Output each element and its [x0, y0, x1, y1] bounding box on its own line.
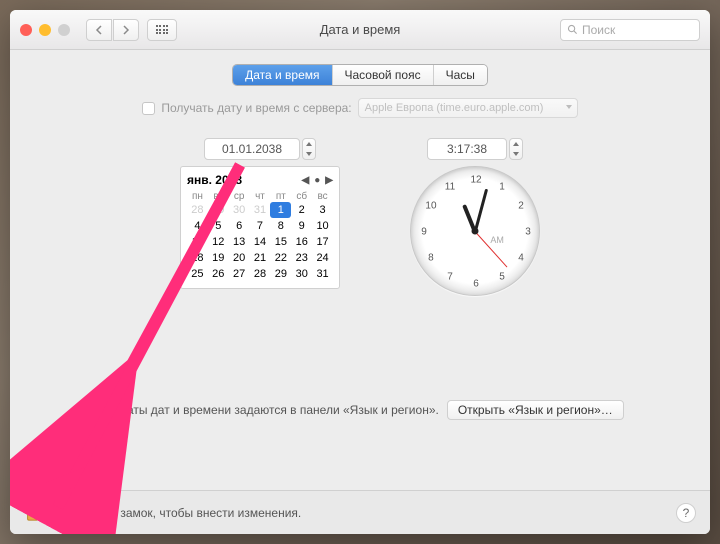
footer: Нажмите на замок, чтобы внести изменения…	[10, 490, 710, 534]
date-panel: 01.01.2038 янв. 2038 ◀ ● ▶ пнвтсрчтптсбв…	[180, 138, 340, 296]
analog-clock: AM 121234567891011	[410, 166, 540, 296]
calendar-day[interactable]: 15	[270, 234, 291, 250]
calendar-day[interactable]: 11	[187, 234, 208, 250]
preferences-window: Дата и время Поиск Дата и время Часовой …	[10, 10, 710, 534]
search-placeholder: Поиск	[582, 23, 615, 37]
tab-time-zone[interactable]: Часовой пояс	[333, 65, 434, 85]
cal-today-icon[interactable]: ●	[314, 175, 320, 186]
back-button[interactable]	[86, 19, 112, 41]
calendar-day[interactable]: 25	[187, 266, 208, 282]
help-button[interactable]: ?	[676, 503, 696, 523]
calendar-month-label: янв. 2038	[187, 173, 242, 187]
calendar-day[interactable]: 10	[312, 218, 333, 234]
calendar-day[interactable]: 28	[250, 266, 271, 282]
lock-text: Нажмите на замок, чтобы внести изменения…	[50, 506, 301, 520]
content-area: Дата и время Часовой пояс Часы Получать …	[10, 50, 710, 490]
calendar-day[interactable]: 23	[291, 250, 312, 266]
calendar-day[interactable]: 6	[229, 218, 250, 234]
calendar-day[interactable]: 29	[270, 266, 291, 282]
calendar-day[interactable]: 1	[270, 202, 291, 218]
calendar-day[interactable]: 5	[208, 218, 229, 234]
forward-button[interactable]	[113, 19, 139, 41]
cal-next-icon[interactable]: ▶	[325, 175, 333, 186]
calendar-day[interactable]: 28	[187, 202, 208, 218]
format-row: Форматы дат и времени задаются в панели …	[10, 400, 710, 420]
calendar-day[interactable]: 22	[270, 250, 291, 266]
ampm-label: AM	[490, 235, 504, 245]
calendar-day[interactable]: 7	[250, 218, 271, 234]
search-input[interactable]: Поиск	[560, 19, 700, 41]
calendar-day[interactable]: 31	[250, 202, 271, 218]
tab-clock[interactable]: Часы	[434, 65, 487, 85]
calendar-day[interactable]: 30	[229, 202, 250, 218]
calendar-day[interactable]: 12	[208, 234, 229, 250]
open-language-region-button[interactable]: Открыть «Язык и регион»…	[447, 400, 624, 420]
window-controls	[20, 24, 70, 36]
calendar-day[interactable]: 19	[208, 250, 229, 266]
tab-bar: Дата и время Часовой пояс Часы	[10, 64, 710, 86]
search-icon	[567, 24, 578, 35]
calendar-day[interactable]: 18	[187, 250, 208, 266]
calendar-day[interactable]: 27	[229, 266, 250, 282]
show-all-button[interactable]	[147, 19, 177, 41]
calendar-day[interactable]: 9	[291, 218, 312, 234]
calendar-day[interactable]: 29	[208, 202, 229, 218]
calendar-day[interactable]: 31	[312, 266, 333, 282]
calendar-day[interactable]: 14	[250, 234, 271, 250]
calendar-day[interactable]: 8	[270, 218, 291, 234]
calendar-day[interactable]: 3	[312, 202, 333, 218]
lock-icon[interactable]	[24, 504, 42, 522]
titlebar: Дата и время Поиск	[10, 10, 710, 50]
calendar-day[interactable]: 21	[250, 250, 271, 266]
server-dropdown[interactable]: Apple Европа (time.euro.apple.com)	[358, 98, 578, 118]
date-field[interactable]: 01.01.2038	[204, 138, 300, 160]
calendar-day[interactable]: 2	[291, 202, 312, 218]
calendar-day[interactable]: 13	[229, 234, 250, 250]
calendar-day[interactable]: 4	[187, 218, 208, 234]
calendar-day[interactable]: 20	[229, 250, 250, 266]
calendar-day[interactable]: 24	[312, 250, 333, 266]
maximize-icon[interactable]	[58, 24, 70, 36]
time-field[interactable]: 3:17:38	[427, 138, 507, 160]
date-stepper[interactable]	[302, 138, 316, 160]
calendar-day[interactable]: 30	[291, 266, 312, 282]
calendar-day[interactable]: 16	[291, 234, 312, 250]
close-icon[interactable]	[20, 24, 32, 36]
time-stepper[interactable]	[509, 138, 523, 160]
server-checkbox[interactable]	[142, 102, 155, 115]
minimize-icon[interactable]	[39, 24, 51, 36]
server-checkbox-label: Получать дату и время с сервера:	[161, 101, 351, 115]
cal-prev-icon[interactable]: ◀	[302, 175, 310, 186]
tab-date-time[interactable]: Дата и время	[233, 65, 332, 85]
nav-buttons	[86, 19, 139, 41]
calendar-day[interactable]: 26	[208, 266, 229, 282]
server-row: Получать дату и время с сервера: Apple Е…	[10, 98, 710, 118]
time-panel: 3:17:38 AM 121234567891011	[410, 138, 540, 296]
calendar-day[interactable]: 17	[312, 234, 333, 250]
format-text: Форматы дат и времени задаются в панели …	[96, 403, 439, 417]
calendar[interactable]: янв. 2038 ◀ ● ▶ пнвтсрчтптсбвс 282930311…	[180, 166, 340, 289]
